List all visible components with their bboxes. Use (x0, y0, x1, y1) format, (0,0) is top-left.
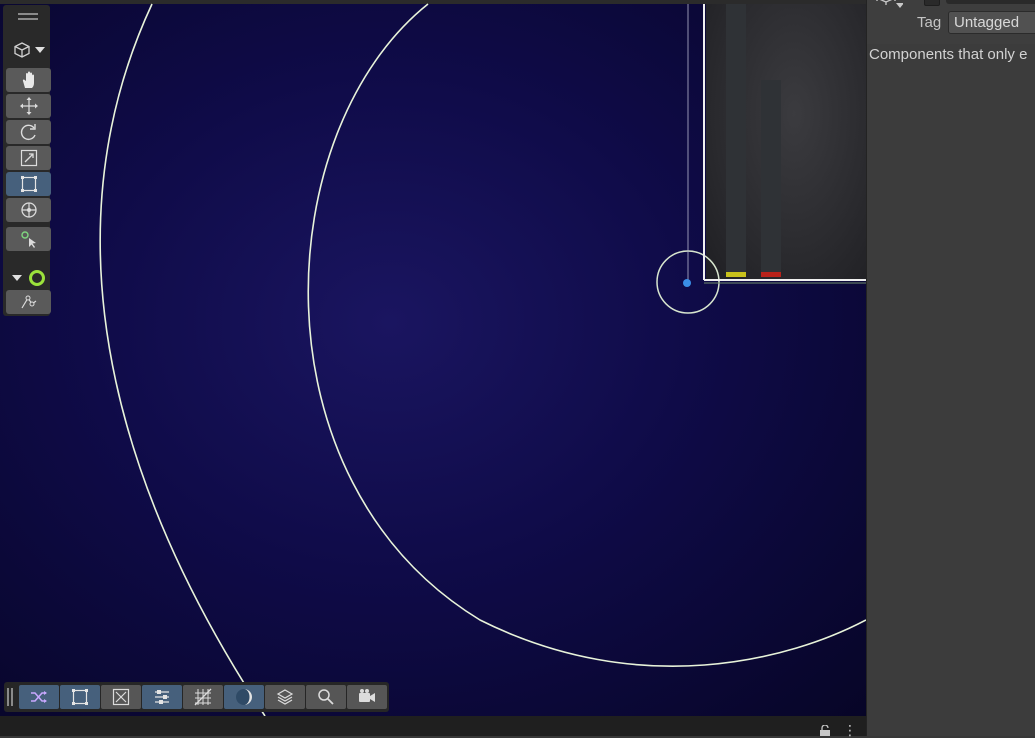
view-mode-dropdown[interactable] (6, 35, 51, 65)
pivot-point (683, 279, 691, 287)
rotate-icon (20, 124, 36, 141)
inspector-header: Tag Untagged (867, 0, 1035, 44)
rect-tool-button[interactable] (6, 172, 51, 196)
lock-icon[interactable] (818, 725, 832, 736)
search-icon (318, 689, 334, 705)
rect-select-button[interactable] (60, 685, 100, 709)
rotate-tool-button[interactable] (6, 120, 51, 144)
shading-toggle-button[interactable] (224, 685, 264, 709)
move-tool-button[interactable] (6, 94, 51, 118)
gizmo-icon (112, 688, 130, 706)
rect-transform-icon (20, 176, 37, 192)
light-range-inner-circle (307, 3, 866, 667)
path-nodes-icon (20, 295, 36, 309)
transform-icon (20, 202, 37, 218)
camera-icon (359, 689, 375, 702)
camera-toggle-button[interactable] (347, 685, 387, 709)
tools-panel (3, 5, 51, 316)
components-message: Components that only e (869, 46, 1028, 63)
moon-icon (236, 689, 252, 705)
layers-toggle-button[interactable] (265, 685, 305, 709)
tools-panel-grip[interactable] (18, 13, 38, 15)
grid-toggle-button[interactable] (183, 685, 223, 709)
grid-icon (194, 688, 212, 706)
rect-select-icon (72, 689, 88, 705)
shuffle-icon (31, 691, 47, 703)
chevron-down-icon (11, 275, 22, 281)
scene-status-bar (0, 716, 866, 736)
sliders-icon (155, 690, 169, 704)
overlay-toolbar-grip[interactable] (11, 688, 13, 706)
transform-tool-button[interactable] (6, 198, 51, 222)
path-tool-button[interactable] (6, 290, 51, 314)
scale-icon (20, 149, 37, 167)
move-arrows-icon (19, 97, 38, 115)
tools-panel-grip[interactable] (18, 18, 38, 20)
settings-toggle-button[interactable] (142, 685, 182, 709)
ring-icon (28, 270, 45, 286)
gameobject-name-field[interactable] (946, 0, 1035, 4)
scene-gizmo-overlay (99, 3, 866, 716)
gameobject-cube-icon[interactable] (875, 0, 903, 16)
chevron-down-icon (34, 47, 45, 53)
cube-icon (13, 42, 30, 58)
custom-tool-icon (20, 231, 36, 248)
inspector-panel: Tag Untagged Components that only e (866, 0, 1035, 736)
tag-dropdown[interactable]: Untagged (948, 11, 1035, 34)
shuffle-view-button[interactable] (19, 685, 59, 709)
static-checkbox[interactable] (924, 0, 940, 6)
scene-view[interactable] (0, 0, 866, 716)
search-toggle-button[interactable] (306, 685, 346, 709)
tag-label: Tag (917, 14, 942, 31)
custom-tool-button[interactable] (6, 227, 51, 251)
light-range-outer-circle (99, 3, 266, 716)
gizmo-mode-dropdown[interactable] (6, 265, 51, 291)
gizmo-toggle-button[interactable] (101, 685, 141, 709)
hand-icon (22, 71, 34, 88)
hand-tool-button[interactable] (6, 68, 51, 92)
overlay-toolbar-grip[interactable] (7, 688, 9, 706)
layers-icon (276, 689, 294, 705)
more-options-icon[interactable]: ⋮ (843, 723, 857, 737)
scene-overlay-toolbar (4, 682, 389, 712)
scale-tool-button[interactable] (6, 146, 51, 170)
